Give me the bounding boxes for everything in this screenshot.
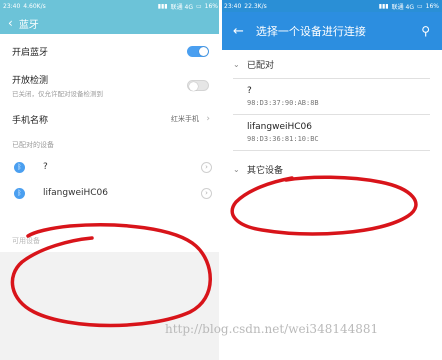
bluetooth-icon: ᛒ <box>14 187 25 199</box>
bluetooth-icon: ᛒ <box>14 161 25 173</box>
device-mac: 98:D3:37:90:AB:8B <box>247 99 319 107</box>
device-mac: 98:D3:36:81:10:BC <box>247 135 319 143</box>
search-icon[interactable]: ⚲ <box>421 24 430 38</box>
bluetooth-settings-screen: 23:40 4.60K/s ▮▮▮ 联通 4G ▭ 16% ‹ 蓝牙 开启蓝牙 … <box>0 0 221 360</box>
device-settings-chevron-icon[interactable]: › <box>201 187 212 199</box>
visibility-subtitle: 已关闭，仅允许配对设备检测到 <box>12 89 103 98</box>
available-devices-area <box>0 252 221 360</box>
paired-device-name: ? <box>43 162 48 172</box>
status-speed: 4.60K/s <box>23 2 46 10</box>
status-carrier: 联通 4G <box>391 3 414 11</box>
device-picker-screen: 23:40 22.3K/s ▮▮▮ 联通 4G ▭ 16% ← 选择一个设备进行… <box>221 0 442 360</box>
toolbar: ‹ 蓝牙 <box>0 12 221 34</box>
settings-list: 开启蓝牙 开放检测 已关闭，仅允许配对设备检测到 手机名称 红米手机 › 已配对… <box>0 34 221 206</box>
paired-section-label: 已配对 <box>247 60 275 71</box>
divider <box>233 150 430 151</box>
bluetooth-toggle-label: 开启蓝牙 <box>12 47 49 58</box>
device-name: lifangweiHC06 <box>247 122 313 132</box>
bluetooth-toggle-row[interactable]: 开启蓝牙 <box>0 34 221 68</box>
other-devices-label: 其它设备 <box>247 165 284 176</box>
device-list-item[interactable]: ? 98:D3:37:90:AB:8B <box>221 79 442 114</box>
visibility-label: 开放检测 <box>12 75 49 86</box>
status-speed: 22.3K/s <box>244 2 267 10</box>
status-carrier: 联通 4G <box>170 3 193 11</box>
status-bar: 23:40 22.3K/s ▮▮▮ 联通 4G ▭ 16% <box>221 0 442 12</box>
paired-device-row[interactable]: ᛒ ? › <box>0 154 221 180</box>
device-name-label: 手机名称 <box>12 115 49 126</box>
device-name: ? <box>247 86 252 96</box>
watermark: http://blog.csdn.net/wei348144881 <box>165 322 379 336</box>
battery-icon: ▭ <box>416 2 423 10</box>
paired-section-header[interactable]: ⌄ 已配对 <box>221 50 442 78</box>
chevron-down-icon: ⌄ <box>233 59 240 69</box>
device-list-item[interactable]: lifangweiHC06 98:D3:36:81:10:BC <box>221 115 442 150</box>
signal-icon: ▮▮▮ <box>157 2 168 10</box>
paired-device-name: lifangweiHC06 <box>43 188 109 198</box>
toolbar: ← 选择一个设备进行连接 ⚲ <box>221 12 442 50</box>
chevron-down-icon: ⌄ <box>233 164 240 174</box>
status-time: 23:40 <box>224 2 242 10</box>
page-title: 选择一个设备进行连接 <box>255 25 366 38</box>
back-arrow-icon[interactable]: ‹ <box>8 16 13 30</box>
battery-icon: ▭ <box>195 2 202 10</box>
chevron-right-icon: › <box>206 114 210 124</box>
device-settings-chevron-icon[interactable]: › <box>201 161 212 173</box>
device-name-value: 红米手机 <box>171 115 199 123</box>
bluetooth-switch[interactable] <box>187 45 209 57</box>
visibility-row[interactable]: 开放检测 已关闭，仅允许配对设备检测到 <box>0 68 221 102</box>
status-battery: 16% <box>425 2 439 10</box>
paired-devices-header: 已配对的设备 <box>12 141 54 149</box>
status-battery: 16% <box>204 2 218 10</box>
signal-icon: ▮▮▮ <box>378 2 389 10</box>
visibility-switch[interactable] <box>187 79 209 91</box>
paired-device-row[interactable]: ᛒ lifangweiHC06 › <box>0 180 221 206</box>
available-devices-header: 可用设备 <box>12 237 40 245</box>
device-name-row[interactable]: 手机名称 红米手机 › <box>0 102 221 136</box>
status-time: 23:40 <box>3 2 21 10</box>
status-bar: 23:40 4.60K/s ▮▮▮ 联通 4G ▭ 16% <box>0 0 221 12</box>
back-arrow-icon[interactable]: ← <box>233 24 244 39</box>
page-title: 蓝牙 <box>18 19 39 31</box>
screenshot-divider <box>219 0 222 360</box>
other-devices-section-header[interactable]: ⌄ 其它设备 <box>221 155 442 183</box>
